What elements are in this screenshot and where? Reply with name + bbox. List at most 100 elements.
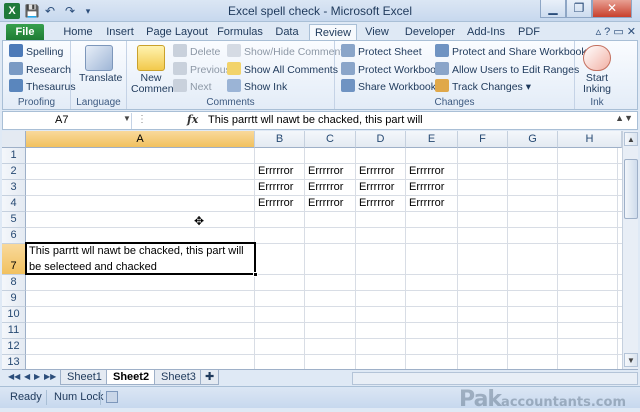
column-header-d[interactable]: D xyxy=(356,131,406,148)
allow-users-edit-ranges-button[interactable]: Allow Users to Edit Ranges xyxy=(435,62,579,78)
show-all-comments-button[interactable]: Show All Comments xyxy=(227,62,338,78)
gridline xyxy=(26,211,622,212)
next-comment-button[interactable]: Next xyxy=(173,79,212,95)
next-sheet-icon[interactable]: ▶ xyxy=(34,372,40,381)
tab-file[interactable]: File xyxy=(6,24,44,41)
insert-function-icon[interactable]: fx xyxy=(187,113,198,126)
formula-input[interactable]: This parrtt wll nawt be chacked, this pa… xyxy=(208,114,423,126)
row-header-13[interactable]: 13 xyxy=(2,355,26,369)
row-header-8[interactable]: 8 xyxy=(2,275,26,291)
status-separator xyxy=(100,390,101,405)
track-changes-button[interactable]: Track Changes ▾ xyxy=(435,79,531,95)
column-header-e[interactable]: E xyxy=(406,131,458,148)
fill-handle[interactable] xyxy=(253,272,258,277)
macro-record-icon[interactable] xyxy=(106,391,118,403)
row-header-4[interactable]: 4 xyxy=(2,196,26,212)
research-button[interactable]: Research xyxy=(9,62,71,78)
thesaurus-button[interactable]: Thesaurus xyxy=(9,79,76,95)
tab-developer[interactable]: Developer xyxy=(403,24,457,41)
first-sheet-icon[interactable]: ◀◀ xyxy=(8,372,20,381)
protect-and-share-button[interactable]: Protect and Share Workbook xyxy=(435,44,587,60)
horizontal-scrollbar[interactable] xyxy=(352,372,638,385)
vertical-scrollbar[interactable]: ▲ ▼ xyxy=(622,131,638,369)
spreadsheet-grid[interactable]: A B C D E F G H 1 2 3 4 5 6 7 8 9 10 11 … xyxy=(2,131,622,369)
status-num-lock: Num Lock xyxy=(54,391,104,403)
tab-insert[interactable]: Insert xyxy=(100,24,140,41)
row-header-12[interactable]: 12 xyxy=(2,339,26,355)
show-ink-icon xyxy=(227,79,241,92)
row-header-11[interactable]: 11 xyxy=(2,323,26,339)
cell-c2[interactable]: Errrrror xyxy=(308,164,343,179)
tab-pdf[interactable]: PDF xyxy=(515,24,543,41)
row-header-10[interactable]: 10 xyxy=(2,307,26,323)
show-ink-button[interactable]: Show Ink xyxy=(227,79,287,95)
expand-formula-bar-icon[interactable]: ▲▼ xyxy=(615,113,633,123)
cell-e2[interactable]: Errrrror xyxy=(409,164,444,179)
gridline xyxy=(26,290,622,291)
cell-d2[interactable]: Errrrror xyxy=(359,164,394,179)
spelling-button[interactable]: Spelling xyxy=(9,44,63,60)
cell-d3[interactable]: Errrrror xyxy=(359,180,394,195)
protect-workbook-button[interactable]: Protect Workbook xyxy=(341,62,441,78)
new-comment-button[interactable]: New Comment xyxy=(131,45,177,95)
sheet-tab-bar: ◀◀ ◀ ▶ ▶▶ Sheet1 Sheet2 Sheet3 ✚ xyxy=(2,369,638,386)
cell-e3[interactable]: Errrrror xyxy=(409,180,444,195)
start-inking-button[interactable]: Start Inking xyxy=(579,45,615,95)
gridline xyxy=(617,148,618,369)
name-box-dropdown-icon[interactable]: ▼ xyxy=(123,114,131,123)
cell-e4[interactable]: Errrrror xyxy=(409,196,444,211)
row-header-9[interactable]: 9 xyxy=(2,291,26,307)
cell-c3[interactable]: Errrrror xyxy=(308,180,343,195)
cell-d4[interactable]: Errrrror xyxy=(359,196,394,211)
tab-review[interactable]: Review xyxy=(309,24,357,41)
row-header-5[interactable]: 5 xyxy=(2,212,26,228)
row-header-6[interactable]: 6 xyxy=(2,228,26,244)
row-header-3[interactable]: 3 xyxy=(2,180,26,196)
column-header-c[interactable]: C xyxy=(305,131,356,148)
scroll-down-icon[interactable]: ▼ xyxy=(624,353,638,367)
row-header-1[interactable]: 1 xyxy=(2,148,26,164)
tab-add-ins[interactable]: Add-Ins xyxy=(463,24,509,41)
name-box[interactable]: A7 xyxy=(7,113,132,129)
column-header-b[interactable]: B xyxy=(255,131,305,148)
last-sheet-icon[interactable]: ▶▶ xyxy=(44,372,56,381)
tab-view[interactable]: View xyxy=(361,24,393,41)
tab-data[interactable]: Data xyxy=(270,24,304,41)
tab-page-layout[interactable]: Page Layout xyxy=(144,24,210,41)
previous-comment-button[interactable]: Previous xyxy=(173,62,231,78)
prev-sheet-icon[interactable]: ◀ xyxy=(24,372,30,381)
minimize-button[interactable]: ▁ xyxy=(540,0,566,18)
cell-c4[interactable]: Errrrror xyxy=(308,196,343,211)
ribbon-tabs: File Home Insert Page Layout Formulas Da… xyxy=(0,22,640,41)
insert-sheet-icon[interactable]: ✚ xyxy=(200,370,220,385)
row-header-7[interactable]: 7 xyxy=(2,244,26,275)
translate-button[interactable]: Translate xyxy=(79,45,122,84)
proofing-group-label: Proofing xyxy=(17,97,56,108)
scroll-up-icon[interactable]: ▲ xyxy=(624,132,638,146)
scroll-thumb[interactable] xyxy=(624,159,638,219)
column-header-g[interactable]: G xyxy=(508,131,558,148)
column-header-a[interactable]: A xyxy=(26,131,255,148)
row-header-2[interactable]: 2 xyxy=(2,164,26,180)
cell-b4[interactable]: Errrrror xyxy=(258,196,293,211)
sheet-tab-sheet2[interactable]: Sheet2 xyxy=(106,370,157,385)
select-all-corner[interactable] xyxy=(2,131,26,148)
restore-button[interactable]: ❐ xyxy=(566,0,592,18)
cell-b3[interactable]: Errrrror xyxy=(258,180,293,195)
protect-sheet-button[interactable]: Protect Sheet xyxy=(341,44,422,60)
share-workbook-button[interactable]: Share Workbook xyxy=(341,79,436,95)
cell-b2[interactable]: Errrrror xyxy=(258,164,293,179)
close-button[interactable]: ✕ xyxy=(592,0,632,18)
status-bar: Ready Num Lock Pakaccountants.com xyxy=(0,386,640,412)
column-header-f[interactable]: F xyxy=(458,131,508,148)
tab-home[interactable]: Home xyxy=(56,24,100,41)
show-hide-comment-button[interactable]: Show/Hide Comment xyxy=(227,44,343,60)
sheet-tab-sheet1[interactable]: Sheet1 xyxy=(60,370,109,385)
tab-formulas[interactable]: Formulas xyxy=(214,24,266,41)
ribbon-help-icons[interactable]: ▵ ? ▭ ✕ xyxy=(596,25,636,38)
gridline xyxy=(507,148,508,369)
status-ready: Ready xyxy=(10,391,42,403)
column-header-h[interactable]: H xyxy=(558,131,622,148)
delete-comment-button[interactable]: Delete xyxy=(173,44,220,60)
sheet-tab-sheet3[interactable]: Sheet3 xyxy=(154,370,203,385)
